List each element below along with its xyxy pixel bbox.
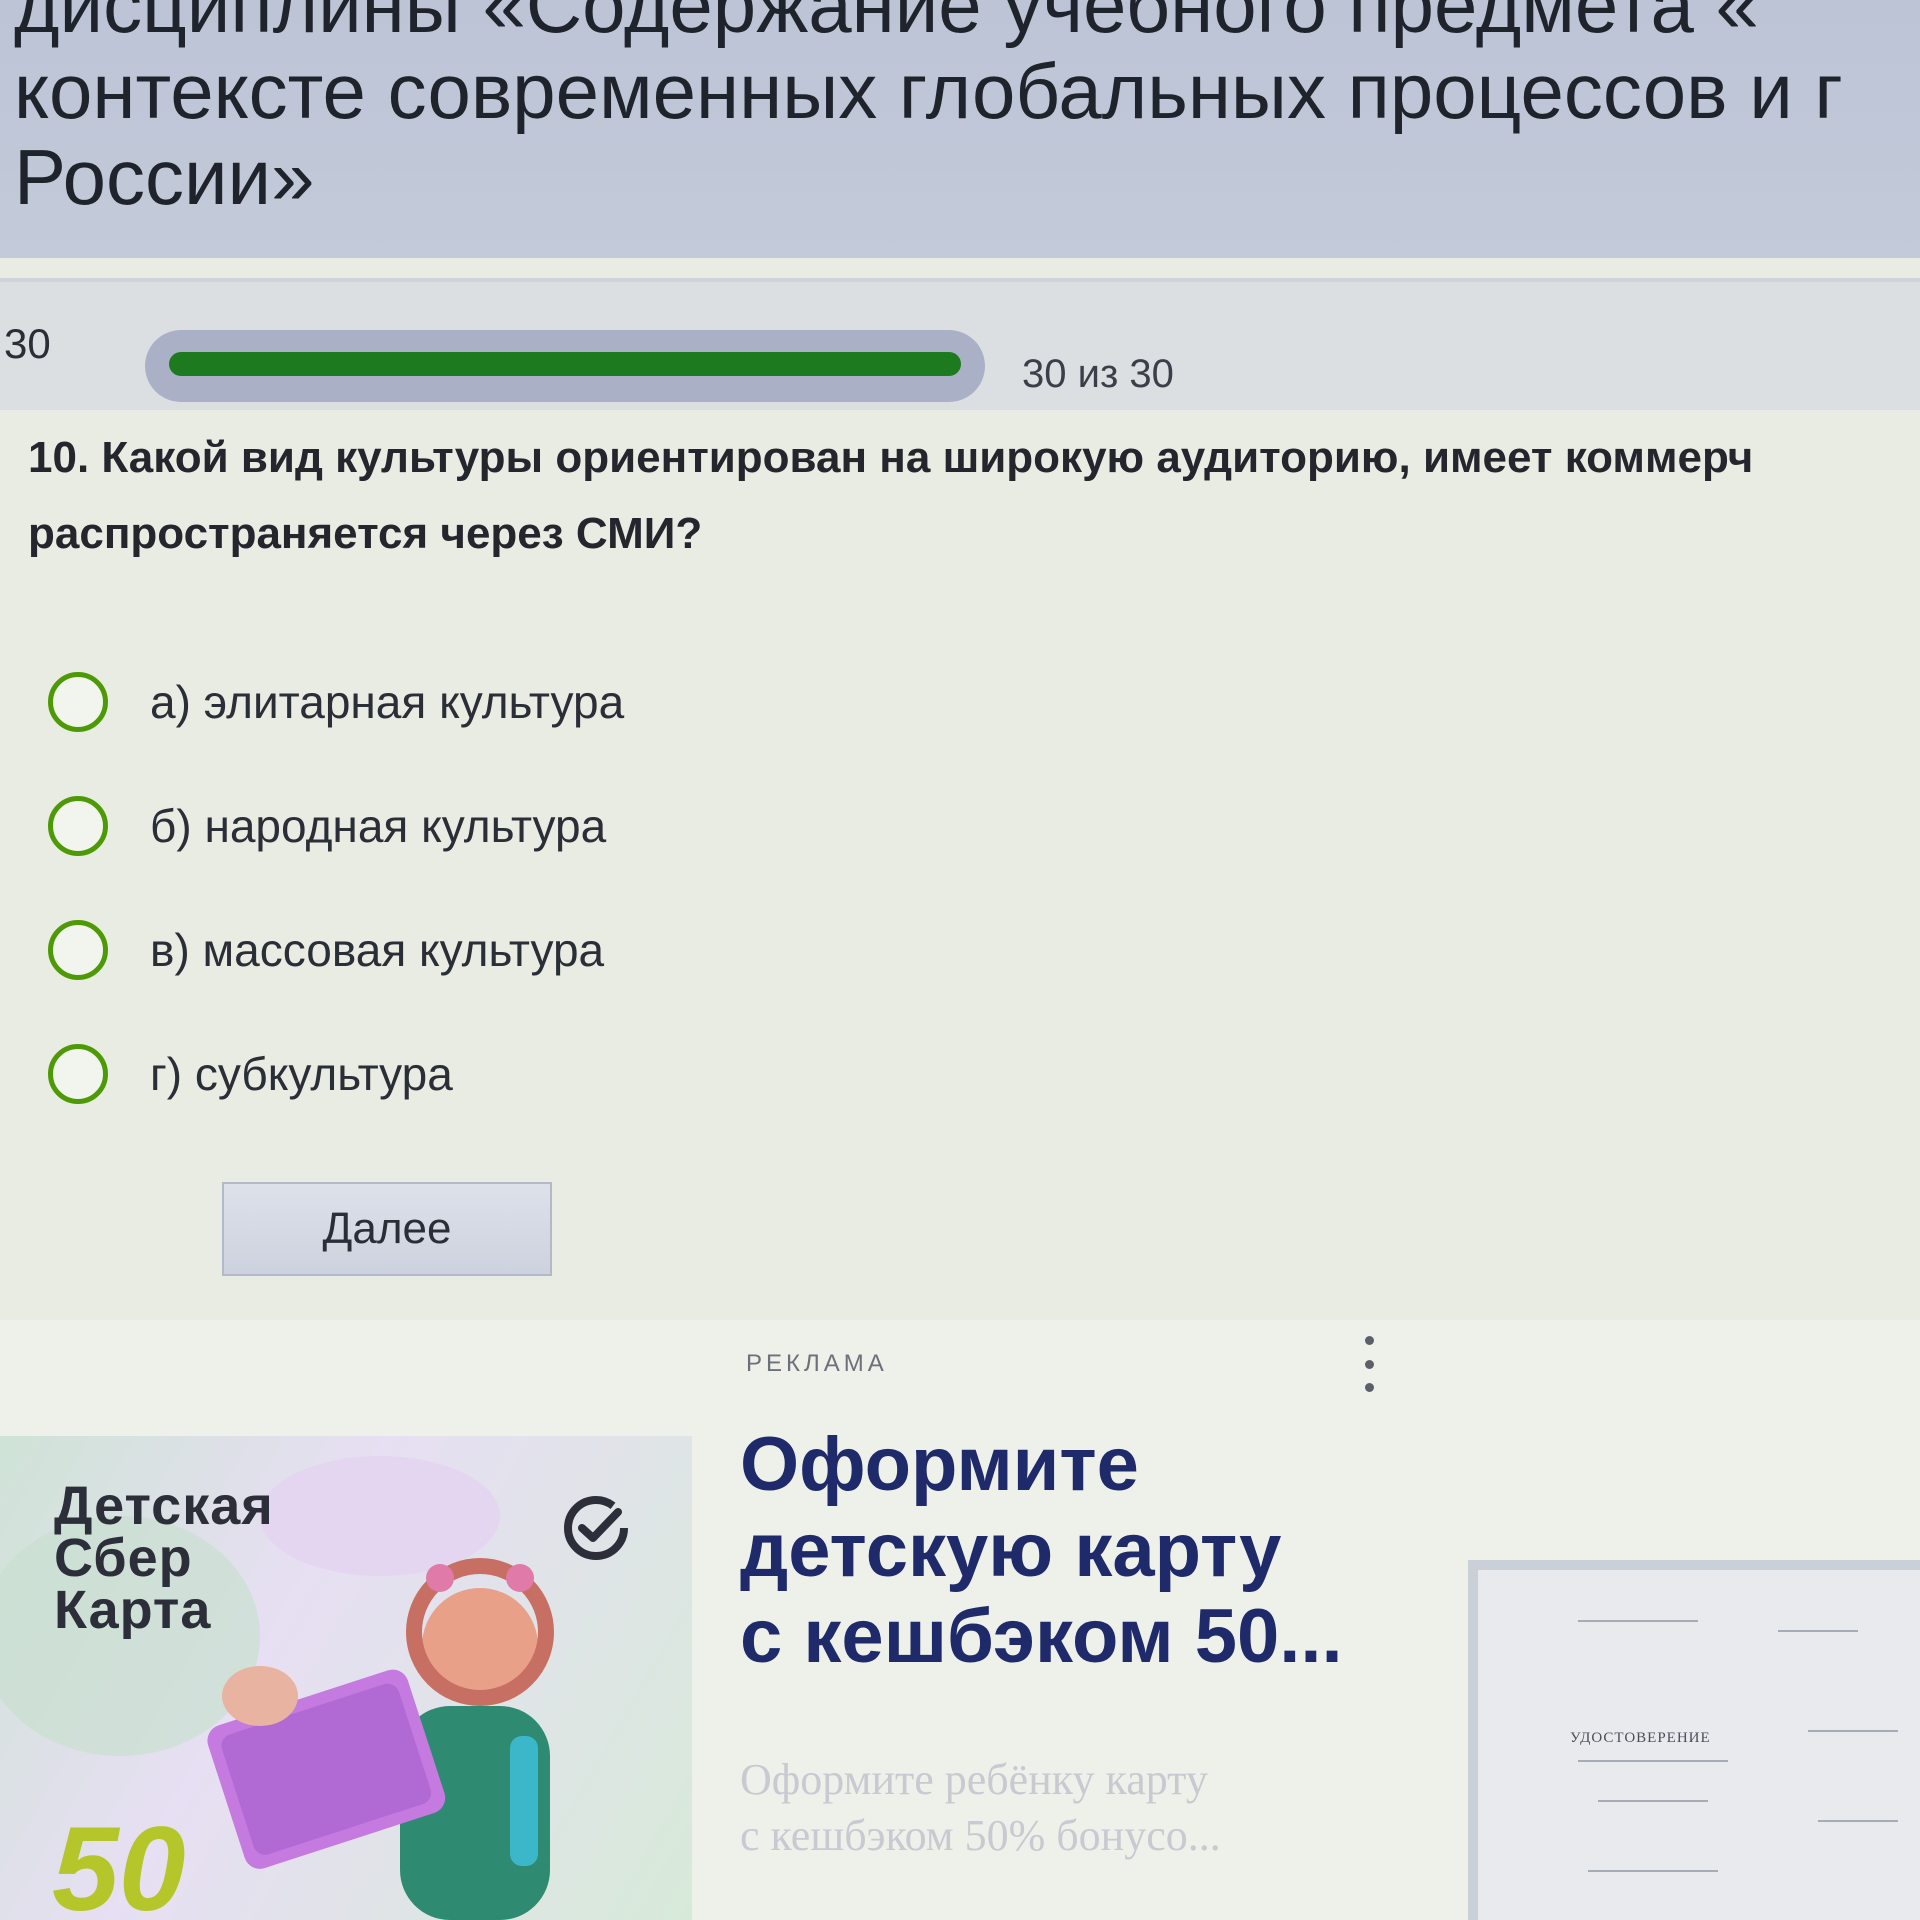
certificate-line	[1778, 1630, 1858, 1632]
ad-headline[interactable]: Оформите детскую карту с кешбэком 50...	[740, 1422, 1343, 1680]
answer-option-b[interactable]: б) народная культура	[48, 764, 1248, 888]
answer-options: а) элитарная культура б) народная культу…	[48, 640, 1248, 1136]
progress-count: 30 из 30	[1022, 352, 1174, 396]
page-title: дисциплины «Содержание учебного предмета…	[14, 0, 1920, 220]
more-options-icon[interactable]	[1356, 1336, 1382, 1392]
ad-subtext-line[interactable]: с кешбэком 50% бонусо...	[740, 1808, 1221, 1864]
answer-label[interactable]: б) народная культура	[150, 799, 606, 853]
certificate-line	[1578, 1620, 1698, 1622]
sber-logo-icon	[564, 1496, 628, 1560]
page-title-line: дисциплины «Содержание учебного предмета…	[14, 0, 1759, 49]
ad-brand: Детская Сбер Карта	[54, 1476, 274, 1640]
ad-subtext-line[interactable]: Оформите ребёнку карту	[740, 1752, 1221, 1808]
answer-option-v[interactable]: в) массовая культура	[48, 888, 1248, 1012]
question-line: 10. Какой вид культуры ориентирован на ш…	[28, 433, 1754, 482]
answer-label[interactable]: в) массовая культура	[150, 923, 604, 977]
certificate-title: УДОСТОВЕРЕНИЕ	[1570, 1730, 1711, 1746]
ad-brand-line: Карта	[54, 1580, 212, 1640]
certificate-image[interactable]: УДОСТОВЕРЕНИЕ	[1468, 1560, 1920, 1920]
certificate-line	[1598, 1800, 1708, 1802]
radio-button[interactable]	[48, 920, 108, 980]
radio-button[interactable]	[48, 1044, 108, 1104]
progress-current: 30	[4, 320, 51, 367]
radio-button[interactable]	[48, 796, 108, 856]
ad-label: РЕКЛАМА	[746, 1350, 888, 1377]
ad-headline-line[interactable]: Оформите	[740, 1422, 1343, 1508]
quiz-page: дисциплины «Содержание учебного предмета…	[0, 0, 1920, 1920]
next-button[interactable]: Далее	[222, 1182, 552, 1276]
page-title-line: России»	[14, 133, 315, 221]
question-line: распространяется через СМИ?	[28, 509, 703, 558]
certificate-line	[1578, 1760, 1728, 1762]
answer-label[interactable]: а) элитарная культура	[150, 675, 624, 729]
certificate-line	[1588, 1870, 1718, 1872]
ad-headline-line[interactable]: с кешбэком 50...	[740, 1594, 1343, 1680]
progress-bar	[145, 330, 985, 402]
progress-section: 30 30 из 30	[0, 278, 1920, 410]
ad-subtext[interactable]: Оформите ребёнку карту с кешбэком 50% бо…	[740, 1752, 1221, 1864]
answer-option-a[interactable]: а) элитарная культура	[48, 640, 1248, 764]
certificate-line	[1808, 1730, 1898, 1732]
certificate-line	[1818, 1820, 1898, 1822]
question-text: 10. Какой вид культуры ориентирован на ш…	[28, 420, 1920, 572]
ad-brand-line: Детская	[54, 1476, 274, 1536]
page-title-line: контексте современных глобальных процесс…	[14, 47, 1843, 135]
answer-option-g[interactable]: г) субкультура	[48, 1012, 1248, 1136]
radio-button[interactable]	[48, 672, 108, 732]
ad-brand-line: Сбер	[54, 1528, 193, 1588]
ad-cashback-number: 50	[52, 1802, 186, 1920]
answer-label[interactable]: г) субкультура	[150, 1047, 453, 1101]
page-header: дисциплины «Содержание учебного предмета…	[0, 0, 1920, 258]
ad-headline-line[interactable]: детскую карту	[740, 1508, 1343, 1594]
progress-bar-fill	[169, 352, 961, 376]
